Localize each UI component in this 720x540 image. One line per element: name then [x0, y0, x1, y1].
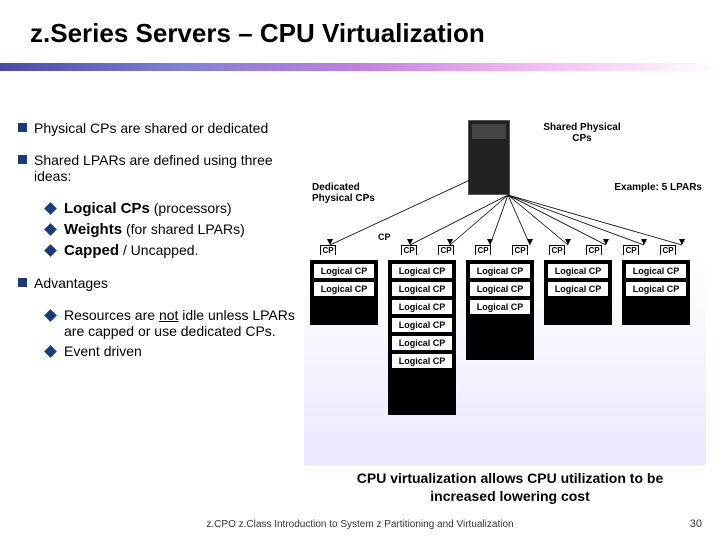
- slide-title: z.Series Servers – CPU Virtualization: [0, 0, 720, 49]
- lpar-columns: Logical CP Logical CP Logical CP Logical…: [310, 260, 690, 415]
- subbullet-logical-cps: Logical CPs (processors): [46, 200, 308, 217]
- bullet-text: Logical CPs (processors): [64, 200, 232, 217]
- bullet-physical-cps: Physical CPs are shared or dedicated: [18, 120, 308, 136]
- square-bullet-icon: [18, 155, 27, 164]
- logical-cp-box: Logical CP: [548, 282, 608, 296]
- diamond-bullet-icon: [44, 345, 57, 358]
- bullet-content: Physical CPs are shared or dedicated Sha…: [18, 120, 308, 361]
- logical-cp-box: Logical CP: [470, 300, 530, 314]
- logical-cp-box: Logical CP: [392, 264, 452, 278]
- logical-cp-box: Logical CP: [626, 282, 686, 296]
- bullet-text: Advantages: [34, 275, 108, 291]
- cp-label-top: CP: [378, 232, 391, 242]
- subbullet-capped: Capped / Uncapped.: [46, 242, 308, 259]
- diamond-bullet-icon: [44, 244, 57, 257]
- page-number: 30: [690, 518, 702, 530]
- bullet-text: Shared LPARs are defined using three ide…: [34, 152, 308, 184]
- lpar-column: Logical CP Logical CP Logical CP Logical…: [388, 260, 456, 415]
- bullet-text: Resources are not idle unless LPARs are …: [64, 307, 308, 339]
- subbullet-event-driven: Event driven: [46, 343, 308, 359]
- lpar-column: Logical CP Logical CP: [310, 260, 378, 325]
- diagram-caption: CPU virtualization allows CPU utilizatio…: [330, 470, 690, 505]
- logical-cp-box: Logical CP: [626, 264, 686, 278]
- square-bullet-icon: [18, 278, 27, 287]
- lpar-column: Logical CP Logical CP: [544, 260, 612, 325]
- bullet-text: Capped / Uncapped.: [64, 242, 198, 259]
- logical-cp-box: Logical CP: [392, 282, 452, 296]
- subbullet-resources: Resources are not idle unless LPARs are …: [46, 307, 308, 339]
- diamond-bullet-icon: [44, 202, 57, 215]
- footer-text: z.CPO z.Class Introduction to System z P…: [0, 519, 720, 530]
- bullet-shared-lpars: Shared LPARs are defined using three ide…: [18, 152, 308, 184]
- lpar-column: Logical CP Logical CP: [622, 260, 690, 325]
- bullet-text: Physical CPs are shared or dedicated: [34, 120, 268, 136]
- logical-cp-box: Logical CP: [314, 264, 374, 278]
- logical-cp-box: Logical CP: [470, 282, 530, 296]
- subbullet-weights: Weights (for shared LPARs): [46, 221, 308, 238]
- diamond-bullet-icon: [44, 309, 57, 322]
- bullet-text: Weights (for shared LPARs): [64, 221, 245, 238]
- logical-cp-box: Logical CP: [470, 264, 530, 278]
- bullet-advantages: Advantages: [18, 275, 308, 291]
- bullet-text: Event driven: [64, 343, 142, 359]
- logical-cp-box: Logical CP: [392, 300, 452, 314]
- lpar-column: Logical CP Logical CP Logical CP: [466, 260, 534, 360]
- logical-cp-box: Logical CP: [392, 318, 452, 332]
- logical-cp-box: Logical CP: [392, 336, 452, 350]
- diamond-bullet-icon: [44, 223, 57, 236]
- title-underline: [0, 63, 720, 71]
- logical-cp-box: Logical CP: [314, 282, 374, 296]
- logical-cp-box: Logical CP: [548, 264, 608, 278]
- square-bullet-icon: [18, 123, 27, 132]
- logical-cp-box: Logical CP: [392, 354, 452, 368]
